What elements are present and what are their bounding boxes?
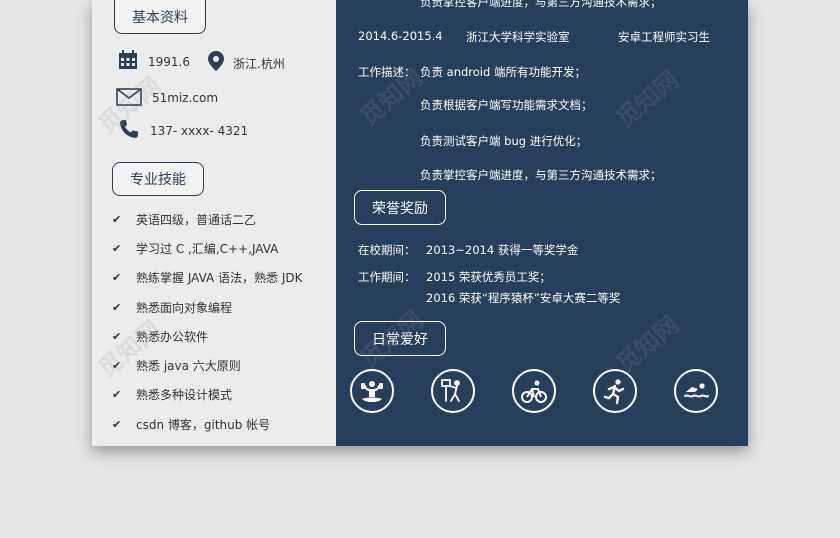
swimming-icon	[674, 369, 718, 413]
skill-item: ✔ 熟悉面向对象编程	[112, 301, 233, 315]
birth-date: 1991.6	[148, 55, 190, 69]
location: 浙江.杭州	[233, 57, 285, 71]
job-period: 2014.6-2015.4	[358, 29, 443, 43]
school-honor: 2013~2014 获得一等奖学金	[426, 243, 579, 257]
calendar-icon	[119, 50, 137, 69]
check-icon: ✔	[112, 271, 122, 284]
section-skills: 专业技能	[112, 162, 204, 196]
description-line: 负责 android 端所有功能开发；	[420, 65, 586, 79]
check-icon: ✔	[112, 418, 122, 431]
description-line-cut: 负责掌控客户端进度，与第三方沟通技术需求；	[420, 0, 662, 9]
location-pin-icon	[208, 51, 224, 71]
check-icon: ✔	[112, 242, 122, 255]
school-label: 在校期间：	[358, 243, 416, 257]
section-basic-info: 基本资料	[114, 0, 206, 34]
job-company: 浙江大学科学实验室	[466, 30, 570, 44]
job-title: 安卓工程师实习生	[618, 30, 710, 44]
check-icon: ✔	[112, 301, 122, 314]
skill-item: ✔ 熟悉多种设计模式	[112, 388, 233, 402]
skill-item: ✔ 英语四级，普通话二乙	[112, 213, 257, 227]
description-line: 负责根据客户端写功能需求文档；	[420, 98, 593, 112]
weightlifting-icon	[350, 369, 394, 413]
skill-item: ✔ csdn 博客，github 帐号	[112, 418, 271, 432]
work-label: 工作期间：	[358, 270, 416, 284]
check-icon: ✔	[112, 388, 122, 401]
work-honor: 2016 荣获“程序猿杯”安卓大赛二等奖	[426, 291, 621, 305]
description-line: 负责掌控客户端进度，与第三方沟通技术需求；	[420, 168, 662, 182]
skill-item: ✔ 熟练掌握 JAVA 语法，熟悉 JDK	[112, 271, 303, 285]
section-honors: 荣誉奖励	[354, 190, 446, 225]
skill-item: ✔ 学习过 C ,汇编,C++,JAVA	[112, 242, 279, 256]
work-honor: 2015 荣获优秀员工奖；	[426, 270, 551, 284]
check-icon: ✔	[112, 213, 122, 226]
resume-sheet: 基本资料 1991.6 浙江.杭州 51miz.com 137- xxxx- 4…	[92, 0, 748, 446]
description-line: 负责测试客户端 bug 进行优化；	[420, 134, 588, 148]
basketball-icon	[431, 369, 475, 413]
left-panel: 基本资料 1991.6 浙江.杭州 51miz.com 137- xxxx- 4…	[92, 0, 336, 446]
phone: 137- xxxx- 4321	[150, 124, 249, 138]
cycling-icon	[512, 369, 556, 413]
